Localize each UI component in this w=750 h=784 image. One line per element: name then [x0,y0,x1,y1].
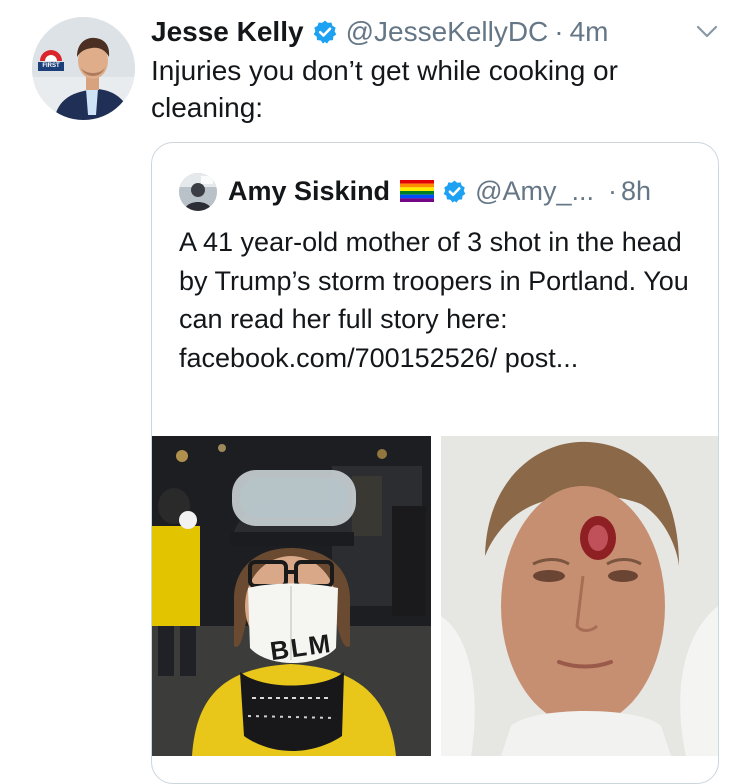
network-logo: FIRST [36,45,66,75]
author-name[interactable]: Jesse Kelly [151,14,304,50]
timestamp-separator: · [608,176,617,206]
quoted-tweet-text: A 41 year-old mother of 3 shot in the he… [179,227,689,373]
quoted-tweet-photo-injury[interactable] [441,436,718,756]
quoted-tweet-timestamp[interactable]: 8h [621,173,651,209]
author-handle[interactable]: @JesseKellyDC [346,14,549,50]
rainbow-flag-icon [400,180,435,202]
tweet-timestamp[interactable]: 4m [570,14,609,50]
quoted-tweet-header: Amy Siskind @Amy_... · 8h [228,171,651,211]
author-avatar[interactable]: FIRST [32,17,135,120]
chevron-down-icon[interactable] [693,22,721,42]
quoted-author-handle[interactable]: @Amy_... [475,173,594,209]
tweet-text: Injuries you don’t get while cooking or … [151,55,618,123]
quoted-author-avatar[interactable] [179,173,217,211]
verified-badge-icon [312,19,338,45]
timestamp-separator: · [554,16,564,47]
quoted-tweet-photo-protester[interactable]: BLM [152,436,431,756]
quoted-tweet-card[interactable]: Amy Siskind @Amy_... · 8h A 41 year-old … [151,142,719,784]
verified-badge-icon [442,179,467,204]
tweet-header: Jesse Kelly @JesseKellyDC · 4m [151,12,609,52]
network-logo-text: FIRST [42,63,60,69]
quoted-author-name[interactable]: Amy Siskind [228,173,390,209]
